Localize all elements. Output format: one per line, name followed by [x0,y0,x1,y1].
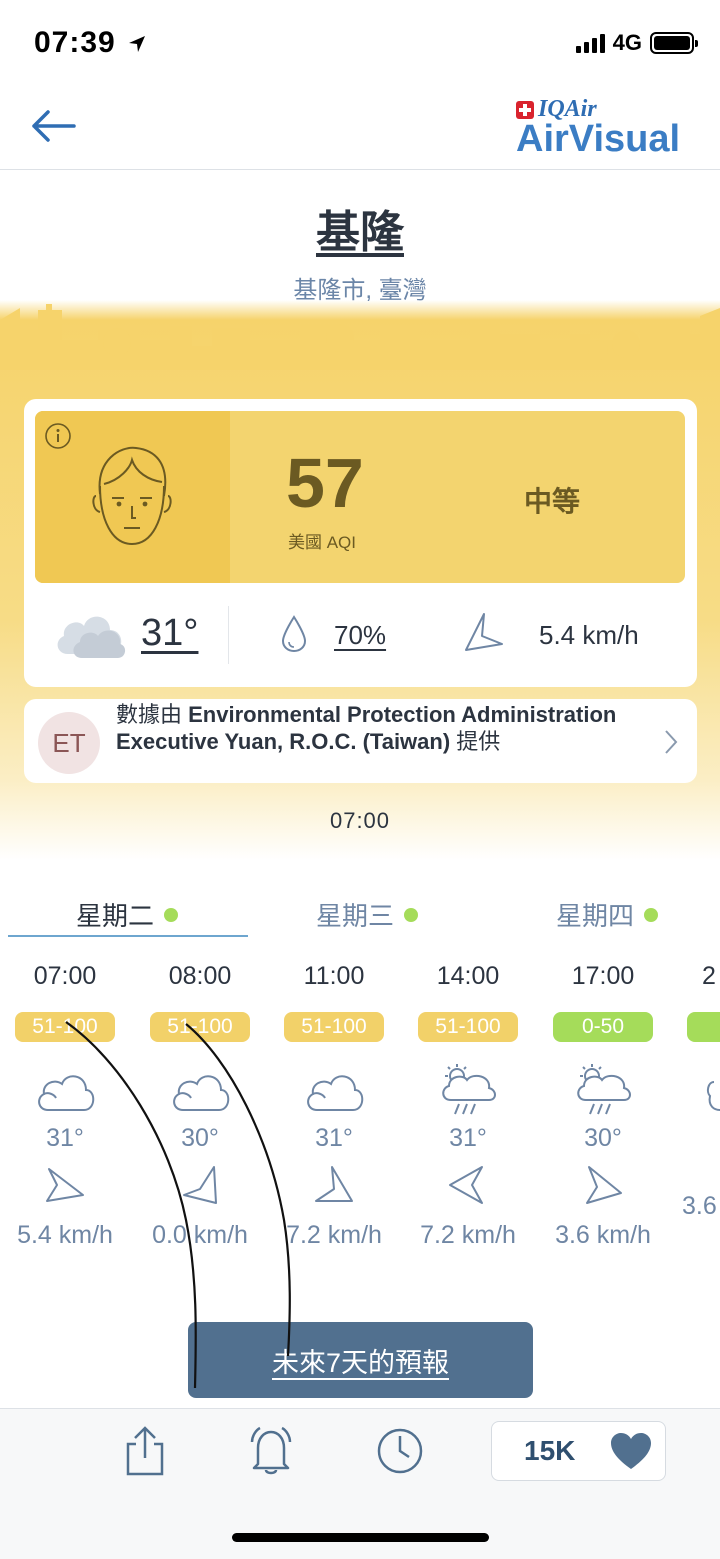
hour-wind-speed: 7.2 km/h [286,1221,382,1249]
hour-time: 07:00 [33,962,97,990]
hourly-column: 17:00 0-50 30° 3.6 km/h [536,962,670,1250]
wind-direction-icon [586,1166,622,1204]
hour-time: 17:00 [571,962,635,990]
sun-rain-icon [442,1064,496,1115]
hour-time-partial: 2 [702,962,716,990]
aqi-range-badge: 0-50 [553,1012,653,1042]
bell-icon[interactable] [246,1424,296,1478]
tab-active-indicator [8,935,248,937]
city-title[interactable]: 基隆 [0,196,720,260]
hourly-column: 08:00 51-100 30° 0.0 km/h [133,962,267,1250]
tab-wednesday[interactable]: 星期三 [316,896,419,933]
chevron-right-icon[interactable] [660,727,682,757]
aqi-range-badge [687,1012,720,1042]
status-dot [644,907,659,922]
signal-icon [575,33,605,53]
location-arrow-icon [129,36,146,53]
hourly-column: 14:00 51-100 31° 7.2 km/h [401,962,535,1250]
status-time-text: 07:39 [34,26,116,59]
tab-label: 星期四 [556,901,635,931]
cloud-icon [38,1075,95,1111]
skyline-illustration [0,304,720,370]
battery-icon [650,32,698,54]
hour-wind-speed: 7.2 km/h [420,1221,516,1249]
sun-rain-icon [577,1064,631,1115]
current-wind-speed: 5.4 km/h [539,620,639,650]
network-type: 4G [612,30,642,55]
cloud-icon [706,1081,720,1111]
hour-wind-speed: 5.4 km/h [17,1221,113,1249]
aqi-range-badge: 51-100 [284,1012,384,1042]
status-time: 07:39 [34,26,147,60]
aqi-value: 57 [286,444,364,522]
source-avatar: ET [38,712,100,774]
tab-thursday[interactable]: 星期四 [556,896,659,933]
tab-label: 星期二 [76,901,155,931]
cloud-icon [307,1075,364,1111]
humidity-drop-icon [281,615,307,653]
wind-direction-icon [315,1166,353,1202]
hour-time: 08:00 [168,962,232,990]
aqi-level: 中等 [524,486,581,517]
favorites-button[interactable]: 15K [491,1421,666,1481]
source-name: Environmental Protection Administration … [116,702,617,754]
current-temperature[interactable]: 31° [141,612,198,655]
hourly-column-partial: 2 3.6 km/h [670,962,720,1221]
tab-tuesday[interactable]: 星期二 [76,896,179,933]
wind-direction-icon [183,1166,217,1204]
hour-temperature: 31° [449,1124,487,1152]
aqi-range-badge: 51-100 [15,1012,115,1042]
hour-wind-speed: 3.6 km/h [682,1192,720,1220]
city-name: 基隆 [316,208,404,257]
aqi-range-badge: 51-100 [418,1012,518,1042]
weather-divider [228,606,229,664]
status-right: 4G [575,30,698,56]
clock-icon[interactable] [375,1424,425,1478]
seven-day-forecast-button[interactable]: 未來7天的預報 [188,1322,533,1398]
hour-time: 11:00 [303,962,365,990]
cloud-icon [57,616,126,658]
source-prefix: 數據由 [116,702,189,727]
wind-direction-icon [449,1166,483,1204]
hour-temperature: 31° [315,1124,353,1152]
aqi-range-badge: 51-100 [150,1012,250,1042]
updated-time: 07:00 [329,808,391,833]
arrow-left-icon[interactable] [30,108,78,144]
hour-temperature: 30° [584,1124,622,1152]
face-icon [92,446,172,546]
hour-wind-speed: 3.6 km/h [555,1221,651,1249]
source-text: 數據由 Environmental Protection Administrat… [116,701,636,755]
swiss-cross-icon [516,100,534,119]
hour-temperature: 30° [181,1124,219,1152]
forecast-button-label: 未來7天的預報 [271,1347,450,1378]
hourly-column: 07:00 51-100 31° 5.4 km/h [0,962,132,1250]
heart-icon [611,1433,651,1469]
wind-direction-icon [465,613,503,651]
status-dot [404,907,419,922]
cloud-icon [173,1075,230,1111]
wind-direction-icon [46,1168,84,1202]
hour-time: 14:00 [436,962,500,990]
source-suffix: 提供 [450,729,501,754]
aqi-label: 美國 AQI [288,533,357,552]
info-icon[interactable] [44,422,72,450]
brand-name: AirVisual [516,118,681,160]
hour-temperature: 31° [46,1124,84,1152]
current-humidity[interactable]: 70% [334,620,386,651]
home-indicator [232,1533,489,1542]
header-divider [0,169,720,170]
share-icon[interactable] [120,1424,170,1478]
status-dot [164,907,179,922]
tab-label: 星期三 [316,901,395,931]
hour-wind-speed: 0.0 km/h [152,1221,248,1249]
favorites-count: 15K [524,1435,576,1466]
hourly-column: 11:00 51-100 31° 7.2 km/h [267,962,401,1250]
